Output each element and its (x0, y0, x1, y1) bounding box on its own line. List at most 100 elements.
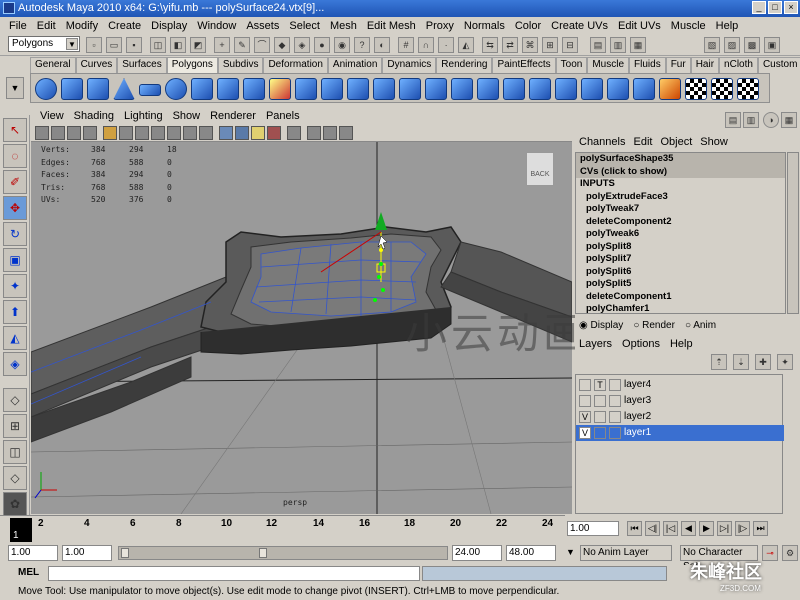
use-default-lighting-icon[interactable] (251, 126, 265, 140)
layer-color-swatch[interactable] (609, 379, 621, 391)
shelf-tab-muscle[interactable]: Muscle (587, 57, 630, 73)
move-layer-up-icon[interactable]: ⇡ (711, 354, 727, 370)
channel-shape-node[interactable]: polySurfaceShape35 (576, 153, 785, 166)
channel-input-node[interactable]: polySplit7 (576, 253, 785, 266)
anim-layer-select[interactable]: No Anim Layer (580, 545, 672, 561)
panel-menu-panels[interactable]: Panels (261, 110, 305, 122)
shelf-tab-surfaces[interactable]: Surfaces (117, 57, 167, 73)
film-gate-icon[interactable] (119, 126, 133, 140)
menu-display[interactable]: Display (146, 20, 192, 32)
shelf-tab-polygons[interactable]: Polygons (166, 57, 218, 73)
layer-color-swatch[interactable] (609, 395, 621, 407)
select-joints-icon[interactable]: ✎ (234, 37, 250, 53)
wedge-face-icon[interactable] (607, 78, 629, 100)
shelf-tab-rendering[interactable]: Rendering (436, 57, 493, 73)
snap-grid-icon[interactable]: # (398, 37, 414, 53)
channel-input-node[interactable]: polySplit8 (576, 241, 785, 254)
show-attribute-editor-icon[interactable]: ▥ (610, 37, 626, 53)
panel-menu-view[interactable]: View (35, 110, 69, 122)
layer-visibility-toggle[interactable]: V (579, 411, 591, 423)
menu-edit-uvs[interactable]: Edit UVs (613, 20, 666, 32)
scale-tool-icon[interactable]: ▣ (3, 248, 27, 272)
render-current-frame-icon[interactable]: ⌘ (522, 37, 538, 53)
soft-modification-icon[interactable]: ⬆ (3, 300, 27, 324)
menu-file[interactable]: File (4, 20, 32, 32)
render-settings-icon[interactable]: ⊟ (562, 37, 578, 53)
insert-edge-loop-icon[interactable] (529, 78, 551, 100)
move-tool-icon[interactable]: ✥ (3, 196, 27, 220)
select-surfaces-icon[interactable]: ◆ (274, 37, 290, 53)
lock-selection-icon[interactable]: ◐ (374, 37, 390, 53)
layer-color-swatch[interactable] (609, 411, 621, 423)
menu-help[interactable]: Help (711, 20, 744, 32)
grid-icon[interactable] (103, 126, 117, 140)
snap-curve-icon[interactable]: ∩ (418, 37, 434, 53)
panel-menu-shading[interactable]: Shading (69, 110, 119, 122)
channel-menu-channels[interactable]: Channels (575, 136, 629, 150)
panel-menu-renderer[interactable]: Renderer (205, 110, 261, 122)
menu-color[interactable]: Color (510, 20, 546, 32)
persp-outliner-icon[interactable]: ◫ (3, 440, 27, 464)
menu-edit[interactable]: Edit (32, 20, 61, 32)
step-forward-frame-icon[interactable]: |▷ (735, 521, 750, 536)
poly-pipe-icon[interactable] (243, 78, 265, 100)
lasso-tool-icon[interactable]: ◌ (3, 144, 27, 168)
shelf-tab-hair[interactable]: Hair (690, 57, 720, 73)
poly-cone-icon[interactable] (113, 78, 135, 100)
cylindrical-mapping-icon[interactable] (711, 78, 733, 100)
layer-toggle-icon[interactable]: ▦ (781, 112, 797, 128)
extrude-icon[interactable] (425, 78, 447, 100)
shelf-tab-toon[interactable]: Toon (555, 57, 588, 73)
select-component-icon[interactable]: ◩ (190, 37, 206, 53)
new-layer-selected-icon[interactable]: ✦ (777, 354, 793, 370)
current-time-field[interactable]: 1.00 (567, 521, 619, 536)
show-tool-settings-icon[interactable]: ▦ (630, 37, 646, 53)
shelf-tab-fluids[interactable]: Fluids (629, 57, 666, 73)
channel-input-node[interactable]: polyChamfer1 (576, 303, 785, 313)
menu-select[interactable]: Select (284, 20, 325, 32)
layer-color-swatch[interactable] (609, 427, 621, 439)
sculpt-geometry-icon[interactable] (659, 78, 681, 100)
minimize-button[interactable]: _ (752, 1, 766, 14)
show-manipulator-icon[interactable]: ◭ (3, 326, 27, 350)
channel-menu-object[interactable]: Object (656, 136, 696, 150)
show-outliner-icon[interactable]: ▩ (744, 37, 760, 53)
show-hypergraph-icon[interactable]: ▣ (764, 37, 780, 53)
go-to-end-icon[interactable]: ⏭ (753, 521, 768, 536)
shelf-tab-custom[interactable]: Custom (757, 57, 800, 73)
radio-display[interactable]: ◉ Display (579, 320, 623, 334)
planar-mapping-icon[interactable] (685, 78, 707, 100)
rotate-tool-icon[interactable]: ↻ (3, 222, 27, 246)
snap-view-plane-icon[interactable]: ◭ (458, 37, 474, 53)
show-modeling-toolkit-icon[interactable]: ▨ (724, 37, 740, 53)
single-perspective-view-icon[interactable]: ◇ (3, 388, 27, 412)
channel-input-node[interactable]: polyTweak6 (576, 228, 785, 241)
layer-menu-help[interactable]: Help (670, 338, 703, 352)
menu-create[interactable]: Create (103, 20, 146, 32)
channel-input-node[interactable]: polySplit6 (576, 266, 785, 279)
close-button[interactable]: × (784, 1, 798, 14)
offset-edge-loop-icon[interactable] (555, 78, 577, 100)
shelf-menu-button[interactable]: ▼ (6, 77, 24, 99)
script-language-label[interactable]: MEL (18, 567, 39, 578)
select-misc-icon[interactable]: ? (354, 37, 370, 53)
animation-end-field[interactable]: 48.00 (506, 545, 556, 561)
view-cube[interactable]: BACK (526, 152, 554, 186)
camera-attributes-icon[interactable] (51, 126, 65, 140)
layer-row-selected[interactable]: V layer1 (576, 425, 784, 441)
play-backwards-icon[interactable]: ◀ (681, 521, 696, 536)
playback-end-field[interactable]: 24.00 (452, 545, 502, 561)
attribute-editor-toggle-icon[interactable]: ▥ (743, 112, 759, 128)
select-rendering-icon[interactable]: ◉ (334, 37, 350, 53)
xray-icon[interactable] (307, 126, 321, 140)
move-layer-down-icon[interactable]: ⇣ (733, 354, 749, 370)
bevel-icon[interactable] (633, 78, 655, 100)
layer-type-toggle[interactable] (594, 427, 606, 439)
step-back-key-icon[interactable]: |◁ (663, 521, 678, 536)
channel-input-node[interactable]: polyTweak7 (576, 203, 785, 216)
command-input[interactable] (48, 566, 420, 581)
menu-mesh[interactable]: Mesh (325, 20, 362, 32)
step-back-frame-icon[interactable]: ◁| (645, 521, 660, 536)
booleans-icon[interactable] (373, 78, 395, 100)
poly-prism-icon[interactable] (191, 78, 213, 100)
